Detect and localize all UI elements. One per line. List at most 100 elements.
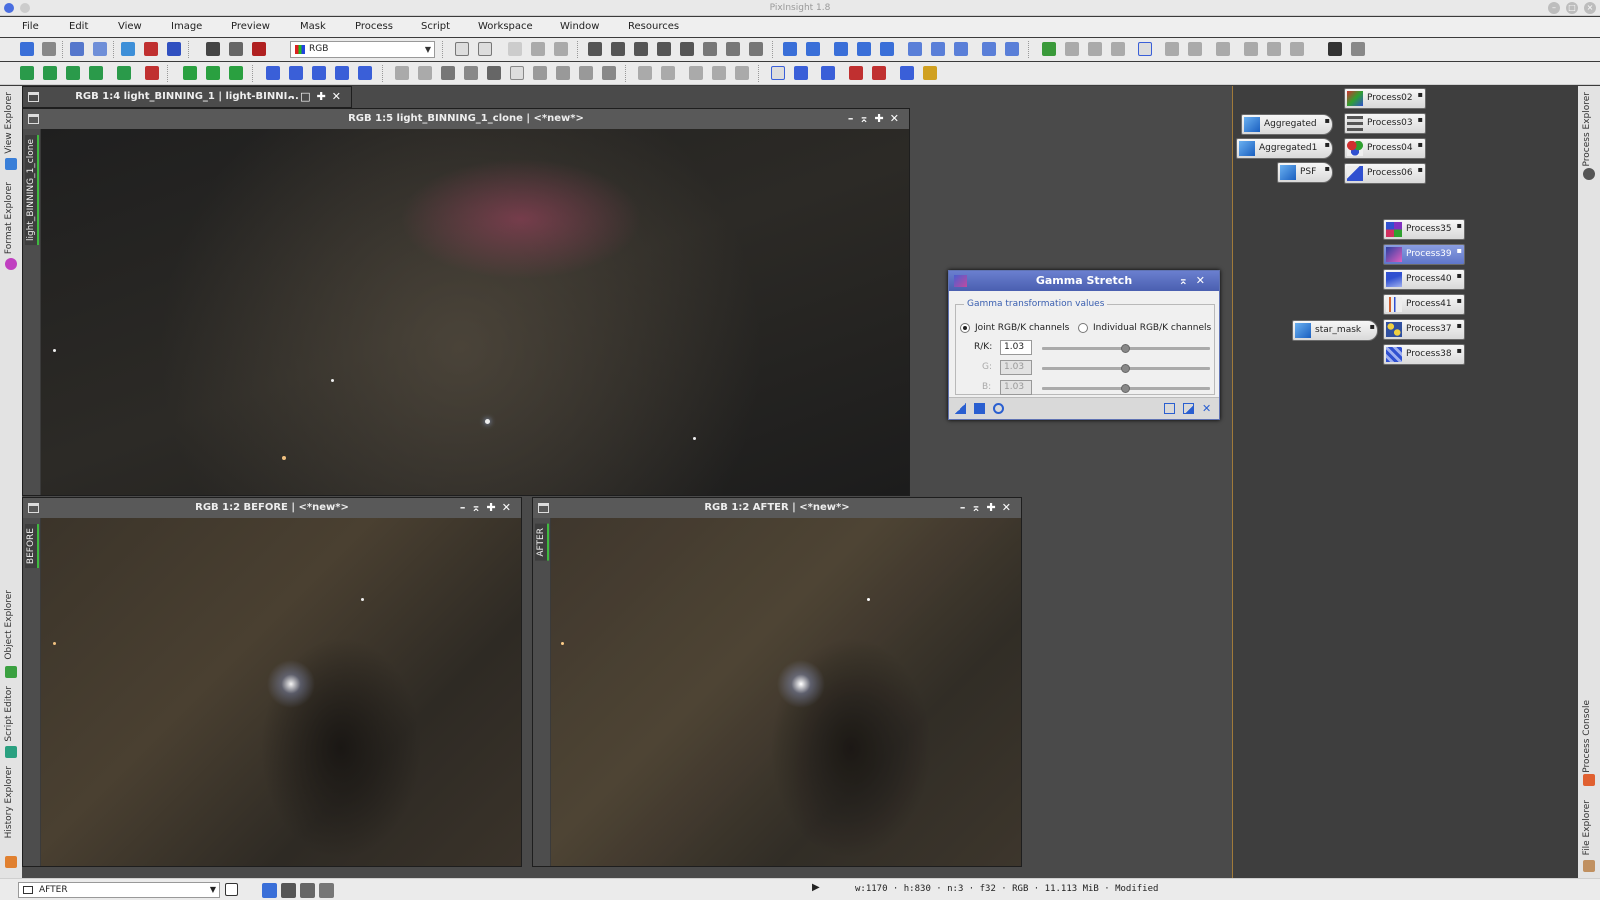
tab-history-explorer[interactable]: History Explorer <box>4 766 14 838</box>
mirror-h-icon[interactable] <box>335 66 349 80</box>
gear-icon[interactable] <box>1583 168 1595 180</box>
display-mode-icon-2[interactable] <box>281 883 296 898</box>
geometry-icon-3[interactable] <box>229 66 243 80</box>
redo-icon[interactable] <box>42 42 56 56</box>
channel-icon-7[interactable] <box>533 66 547 80</box>
individual-channels-radio[interactable] <box>1078 323 1088 333</box>
channel-icon-4[interactable] <box>464 66 478 80</box>
browse-docs-icon[interactable] <box>1183 403 1194 414</box>
display-mode-icon-1[interactable] <box>262 883 277 898</box>
rk-slider[interactable] <box>1042 344 1210 353</box>
channel-icon-5[interactable] <box>487 66 501 80</box>
window-tile-icon[interactable] <box>531 42 545 56</box>
channel-icon-6[interactable] <box>510 66 524 80</box>
image-window-before[interactable]: RGB 1:2 BEFORE | <*new*> –⌅✚✕ BEFORE <box>22 497 522 867</box>
channel-icon-3[interactable] <box>441 66 455 80</box>
process-icon-button[interactable]: Process35 ▪ <box>1383 219 1465 240</box>
process-icon-button[interactable]: Process02 ▪ <box>1344 88 1426 109</box>
mask-icon-3[interactable] <box>66 66 80 80</box>
fullscreen-icon[interactable] <box>908 42 922 56</box>
zoom-tool-icon[interactable] <box>703 42 717 56</box>
tab-process-console[interactable]: Process Console <box>1582 700 1592 773</box>
vertical-icon[interactable] <box>1005 42 1019 56</box>
preview-icon-9[interactable] <box>1244 42 1258 56</box>
preview-icon-3[interactable] <box>1088 42 1102 56</box>
explorer-icon-3[interactable] <box>689 66 703 80</box>
image-window-after[interactable]: RGB 1:2 AFTER | <*new*> –⌅✚✕ AFTER <box>532 497 1022 867</box>
save-icon[interactable] <box>167 42 181 56</box>
view-selector[interactable]: AFTER ▼ <box>18 882 220 898</box>
display-mode-icon-4[interactable] <box>319 883 334 898</box>
window-controls[interactable]: –□✚✕ <box>289 87 347 107</box>
mask-enable-icon[interactable] <box>252 42 266 56</box>
preview-icon-7[interactable] <box>1188 42 1202 56</box>
new-image-icon[interactable] <box>121 42 135 56</box>
menu-file[interactable]: File <box>22 21 39 32</box>
screen-icon-3[interactable] <box>821 66 835 80</box>
channel-icon-2[interactable] <box>418 66 432 80</box>
display-mode-icon-3[interactable] <box>300 883 315 898</box>
mask-invert-icon[interactable] <box>229 42 243 56</box>
tab-process-explorer[interactable]: Process Explorer <box>1582 92 1592 166</box>
g-slider-knob[interactable] <box>1121 364 1130 373</box>
apply-icon[interactable] <box>974 403 985 414</box>
process-icon-button[interactable]: Process06 ▪ <box>1344 163 1426 184</box>
mask-icon-1[interactable] <box>20 66 34 80</box>
menu-process[interactable]: Process <box>355 21 393 32</box>
zoom-out-icon[interactable] <box>806 42 820 56</box>
zoom-1-1-icon[interactable] <box>834 42 848 56</box>
b-slider[interactable] <box>1042 384 1210 393</box>
zoom-in-icon[interactable] <box>783 42 797 56</box>
process-icon-button[interactable]: Process38 ▪ <box>1383 344 1465 365</box>
tab-script-editor[interactable]: Script Editor <box>4 686 14 742</box>
screen-icon-1[interactable] <box>771 66 785 80</box>
object-explorer-icon[interactable] <box>5 666 17 678</box>
channel-icon-1[interactable] <box>395 66 409 80</box>
maximize-icon[interactable]: □ <box>1566 2 1578 14</box>
menu-script[interactable]: Script <box>421 21 450 32</box>
screen-icon-7[interactable] <box>923 66 937 80</box>
geometry-icon-1[interactable] <box>183 66 197 80</box>
screen-icon-6[interactable] <box>900 66 914 80</box>
tab-format-explorer[interactable]: Format Explorer <box>4 182 14 254</box>
stf-reset-icon[interactable] <box>1351 42 1365 56</box>
menu-preview[interactable]: Preview <box>231 21 270 32</box>
window-header[interactable]: RGB 1:5 light_BINNING_1_clone | <*new*> … <box>23 109 909 129</box>
duplicate-icon[interactable] <box>478 42 492 56</box>
explorer-icon-2[interactable] <box>661 66 675 80</box>
undo-icon[interactable] <box>20 42 34 56</box>
menu-workspace[interactable]: Workspace <box>478 21 533 32</box>
fit-view-icon[interactable] <box>611 42 625 56</box>
preview-icon-1[interactable] <box>1042 42 1056 56</box>
channel-icon-9[interactable] <box>579 66 593 80</box>
process-icon-button[interactable]: Aggregated1 ▪ <box>1236 138 1333 159</box>
close-icon[interactable]: × <box>1584 2 1596 14</box>
preview-icon-4[interactable] <box>1111 42 1125 56</box>
zoom-fit-icon[interactable] <box>508 42 522 56</box>
optimize-window-icon[interactable] <box>954 42 968 56</box>
window-header[interactable]: RGB 1:4 light_BINNING_1 | light-BINNI...… <box>23 87 351 107</box>
b-slider-knob[interactable] <box>1121 384 1130 393</box>
script-editor-icon[interactable] <box>5 746 17 758</box>
horizontal-icon[interactable] <box>982 42 996 56</box>
menu-edit[interactable]: Edit <box>69 21 88 32</box>
process-icon-button[interactable]: Process37 ▪ <box>1383 319 1465 340</box>
process-icon-button[interactable]: Process04 ▪ <box>1344 138 1426 159</box>
explorer-icon-5[interactable] <box>735 66 749 80</box>
process-icon-button[interactable]: PSF ▪ <box>1277 162 1333 183</box>
menu-view[interactable]: View <box>118 21 142 32</box>
color-space-select[interactable]: RGB ▼ <box>290 41 435 58</box>
channel-icon-10[interactable] <box>602 66 616 80</box>
view-identifier-icon[interactable] <box>225 883 238 896</box>
image-canvas[interactable] <box>551 518 1021 866</box>
explorer-icon-4[interactable] <box>712 66 726 80</box>
readout-icon[interactable] <box>588 42 602 56</box>
open-icon[interactable] <box>144 42 158 56</box>
shrink-icon[interactable] <box>634 42 648 56</box>
screen-icon-5[interactable] <box>872 66 886 80</box>
preview-toggle-icon[interactable] <box>1164 403 1175 414</box>
g-slider[interactable] <box>1042 364 1210 373</box>
file-explorer-icon[interactable] <box>1583 860 1595 872</box>
image-window-back[interactable]: RGB 1:4 light_BINNING_1 | light-BINNI...… <box>22 86 352 108</box>
menu-image[interactable]: Image <box>171 21 202 32</box>
